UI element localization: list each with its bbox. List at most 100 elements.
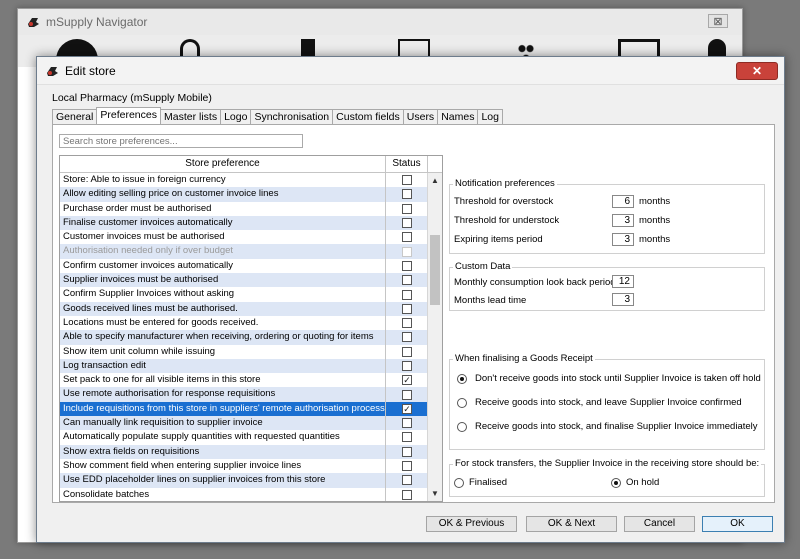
status-checkbox[interactable]	[402, 418, 412, 429]
table-row[interactable]: Store: Able to issue in foreign currency	[60, 173, 428, 188]
status-cell	[386, 230, 428, 244]
scrollbar-thumb[interactable]	[430, 235, 440, 305]
status-checkbox[interactable]	[402, 489, 412, 500]
table-scrollbar[interactable]: ▲ ▼	[427, 173, 442, 501]
table-row[interactable]: Locations must be entered for goods rece…	[60, 315, 428, 331]
tab-names[interactable]: Names	[437, 109, 479, 124]
tab-custom-fields[interactable]: Custom fields	[332, 109, 404, 124]
preference-label: Set pack to one for all visible items in…	[60, 373, 386, 388]
table-row[interactable]: Goods received lines must be authorised.	[60, 301, 428, 316]
status-checkbox[interactable]: ✓	[402, 375, 412, 386]
status-checkbox[interactable]	[402, 446, 412, 457]
radio-button[interactable]	[457, 421, 467, 432]
cancel-button[interactable]: Cancel	[624, 516, 695, 532]
table-row[interactable]: Show comment field when entering supplie…	[60, 458, 428, 474]
status-checkbox[interactable]	[402, 361, 412, 371]
table-row[interactable]: Show item unit column while issuing	[60, 344, 428, 359]
table-row[interactable]: Log transaction edit	[60, 358, 428, 374]
status-checkbox[interactable]	[402, 346, 412, 357]
table-row[interactable]: Authorisation needed only if over budget	[60, 244, 428, 259]
preference-label: Show item unit column while issuing	[60, 344, 386, 359]
status-cell	[386, 259, 428, 273]
dialog-title: Edit store	[65, 63, 116, 78]
column-header-status[interactable]: Status	[386, 156, 428, 172]
table-row[interactable]: Supplier invoices must be authorised	[60, 273, 428, 288]
status-checkbox[interactable]	[402, 189, 412, 200]
search-preferences-input[interactable]	[59, 134, 303, 148]
status-checkbox[interactable]	[402, 260, 412, 271]
status-cell	[386, 173, 428, 187]
table-row[interactable]: Include requisitions from this store in …	[60, 401, 428, 417]
radio-button[interactable]	[457, 373, 467, 384]
table-row[interactable]: Confirm Supplier Invoices without asking	[60, 287, 428, 302]
status-checkbox[interactable]: ✓	[402, 403, 412, 414]
stock-transfer-option-finalised[interactable]: Finalised	[454, 477, 507, 488]
table-row[interactable]: Automatically populate supply quantities…	[60, 430, 428, 445]
tab-users[interactable]: Users	[402, 109, 439, 124]
table-row[interactable]: Consolidate batches	[60, 487, 428, 501]
table-row[interactable]: Use EDD placeholder lines on supplier in…	[60, 473, 428, 488]
status-cell	[386, 187, 428, 201]
table-rows: Store: Able to issue in foreign currency…	[60, 173, 428, 501]
tab-synchronisation[interactable]: Synchronisation	[250, 109, 334, 124]
goods-receipt-option-hold[interactable]: Don't receive goods into stock until Sup…	[457, 373, 761, 384]
lookback-field[interactable]: 12	[612, 275, 634, 288]
expiring-field[interactable]: 3	[612, 233, 634, 246]
ok-button[interactable]: OK	[702, 516, 773, 532]
table-row[interactable]: Finalise customer invoices automatically	[60, 215, 428, 231]
status-checkbox[interactable]	[402, 389, 412, 400]
msupply-logo-icon	[28, 18, 39, 27]
table-row[interactable]: Customer invoices must be authorised	[60, 230, 428, 245]
table-row[interactable]: Set pack to one for all visible items in…	[60, 373, 428, 388]
tab-preferences[interactable]: Preferences	[96, 107, 161, 124]
preference-label: Show extra fields on requisitions	[60, 444, 386, 459]
goods-receipt-option-finalise[interactable]: Receive goods into stock, and finalise S…	[457, 421, 758, 432]
status-checkbox[interactable]	[402, 303, 412, 314]
radio-button[interactable]	[611, 477, 621, 488]
scroll-down-icon[interactable]: ▼	[428, 487, 442, 501]
preference-label: Able to specify manufacturer when receiv…	[60, 330, 386, 345]
tab-log[interactable]: Log	[477, 109, 503, 124]
table-row[interactable]: Show extra fields on requisitions	[60, 444, 428, 459]
table-row[interactable]: Able to specify manufacturer when receiv…	[60, 330, 428, 345]
tab-master-lists[interactable]: Master lists	[159, 109, 222, 124]
status-checkbox[interactable]	[402, 275, 412, 286]
ok-previous-button[interactable]: OK & Previous	[426, 516, 517, 532]
status-checkbox[interactable]	[402, 289, 412, 300]
table-row[interactable]: Allow editing selling price on customer …	[60, 187, 428, 202]
status-cell: ✓	[386, 402, 428, 416]
table-row[interactable]: Can manually link requisition to supplie…	[60, 416, 428, 431]
status-cell	[386, 244, 428, 258]
ok-next-button[interactable]: OK & Next	[526, 516, 617, 532]
column-header-preference[interactable]: Store preference	[60, 156, 386, 172]
stock-transfer-option-on-hold[interactable]: On hold	[611, 477, 659, 488]
status-checkbox[interactable]	[402, 175, 412, 186]
tab-logo[interactable]: Logo	[220, 109, 252, 124]
understock-field[interactable]: 3	[612, 214, 634, 227]
goods-receipt-option-confirmed[interactable]: Receive goods into stock, and leave Supp…	[457, 397, 742, 408]
stock-transfers-group: For stock transfers, the Supplier Invoic…	[449, 458, 765, 497]
status-cell	[386, 473, 428, 487]
status-cell	[386, 416, 428, 430]
status-checkbox[interactable]	[402, 461, 412, 472]
status-checkbox[interactable]	[402, 318, 412, 329]
status-checkbox[interactable]	[402, 218, 412, 229]
navigator-close-button[interactable]: ⊠	[708, 14, 728, 28]
dialog-close-button[interactable]: ✕	[736, 62, 778, 80]
preference-label: Log transaction edit	[60, 358, 386, 374]
radio-button[interactable]	[457, 397, 467, 408]
status-checkbox[interactable]	[402, 203, 412, 214]
status-checkbox[interactable]	[402, 475, 412, 486]
status-checkbox[interactable]	[402, 432, 412, 443]
overstock-field[interactable]: 6	[612, 195, 634, 208]
tab-general[interactable]: General	[52, 109, 98, 124]
table-row[interactable]: Confirm customer invoices automatically	[60, 258, 428, 274]
radio-button[interactable]	[454, 477, 464, 488]
scroll-up-icon[interactable]: ▲	[428, 174, 442, 188]
status-checkbox[interactable]	[402, 232, 412, 243]
table-row[interactable]: Use remote authorisation for response re…	[60, 387, 428, 402]
lead-time-field[interactable]: 3	[612, 293, 634, 306]
table-row[interactable]: Purchase order must be authorised	[60, 201, 428, 216]
status-checkbox[interactable]	[402, 332, 412, 343]
status-cell	[386, 330, 428, 344]
